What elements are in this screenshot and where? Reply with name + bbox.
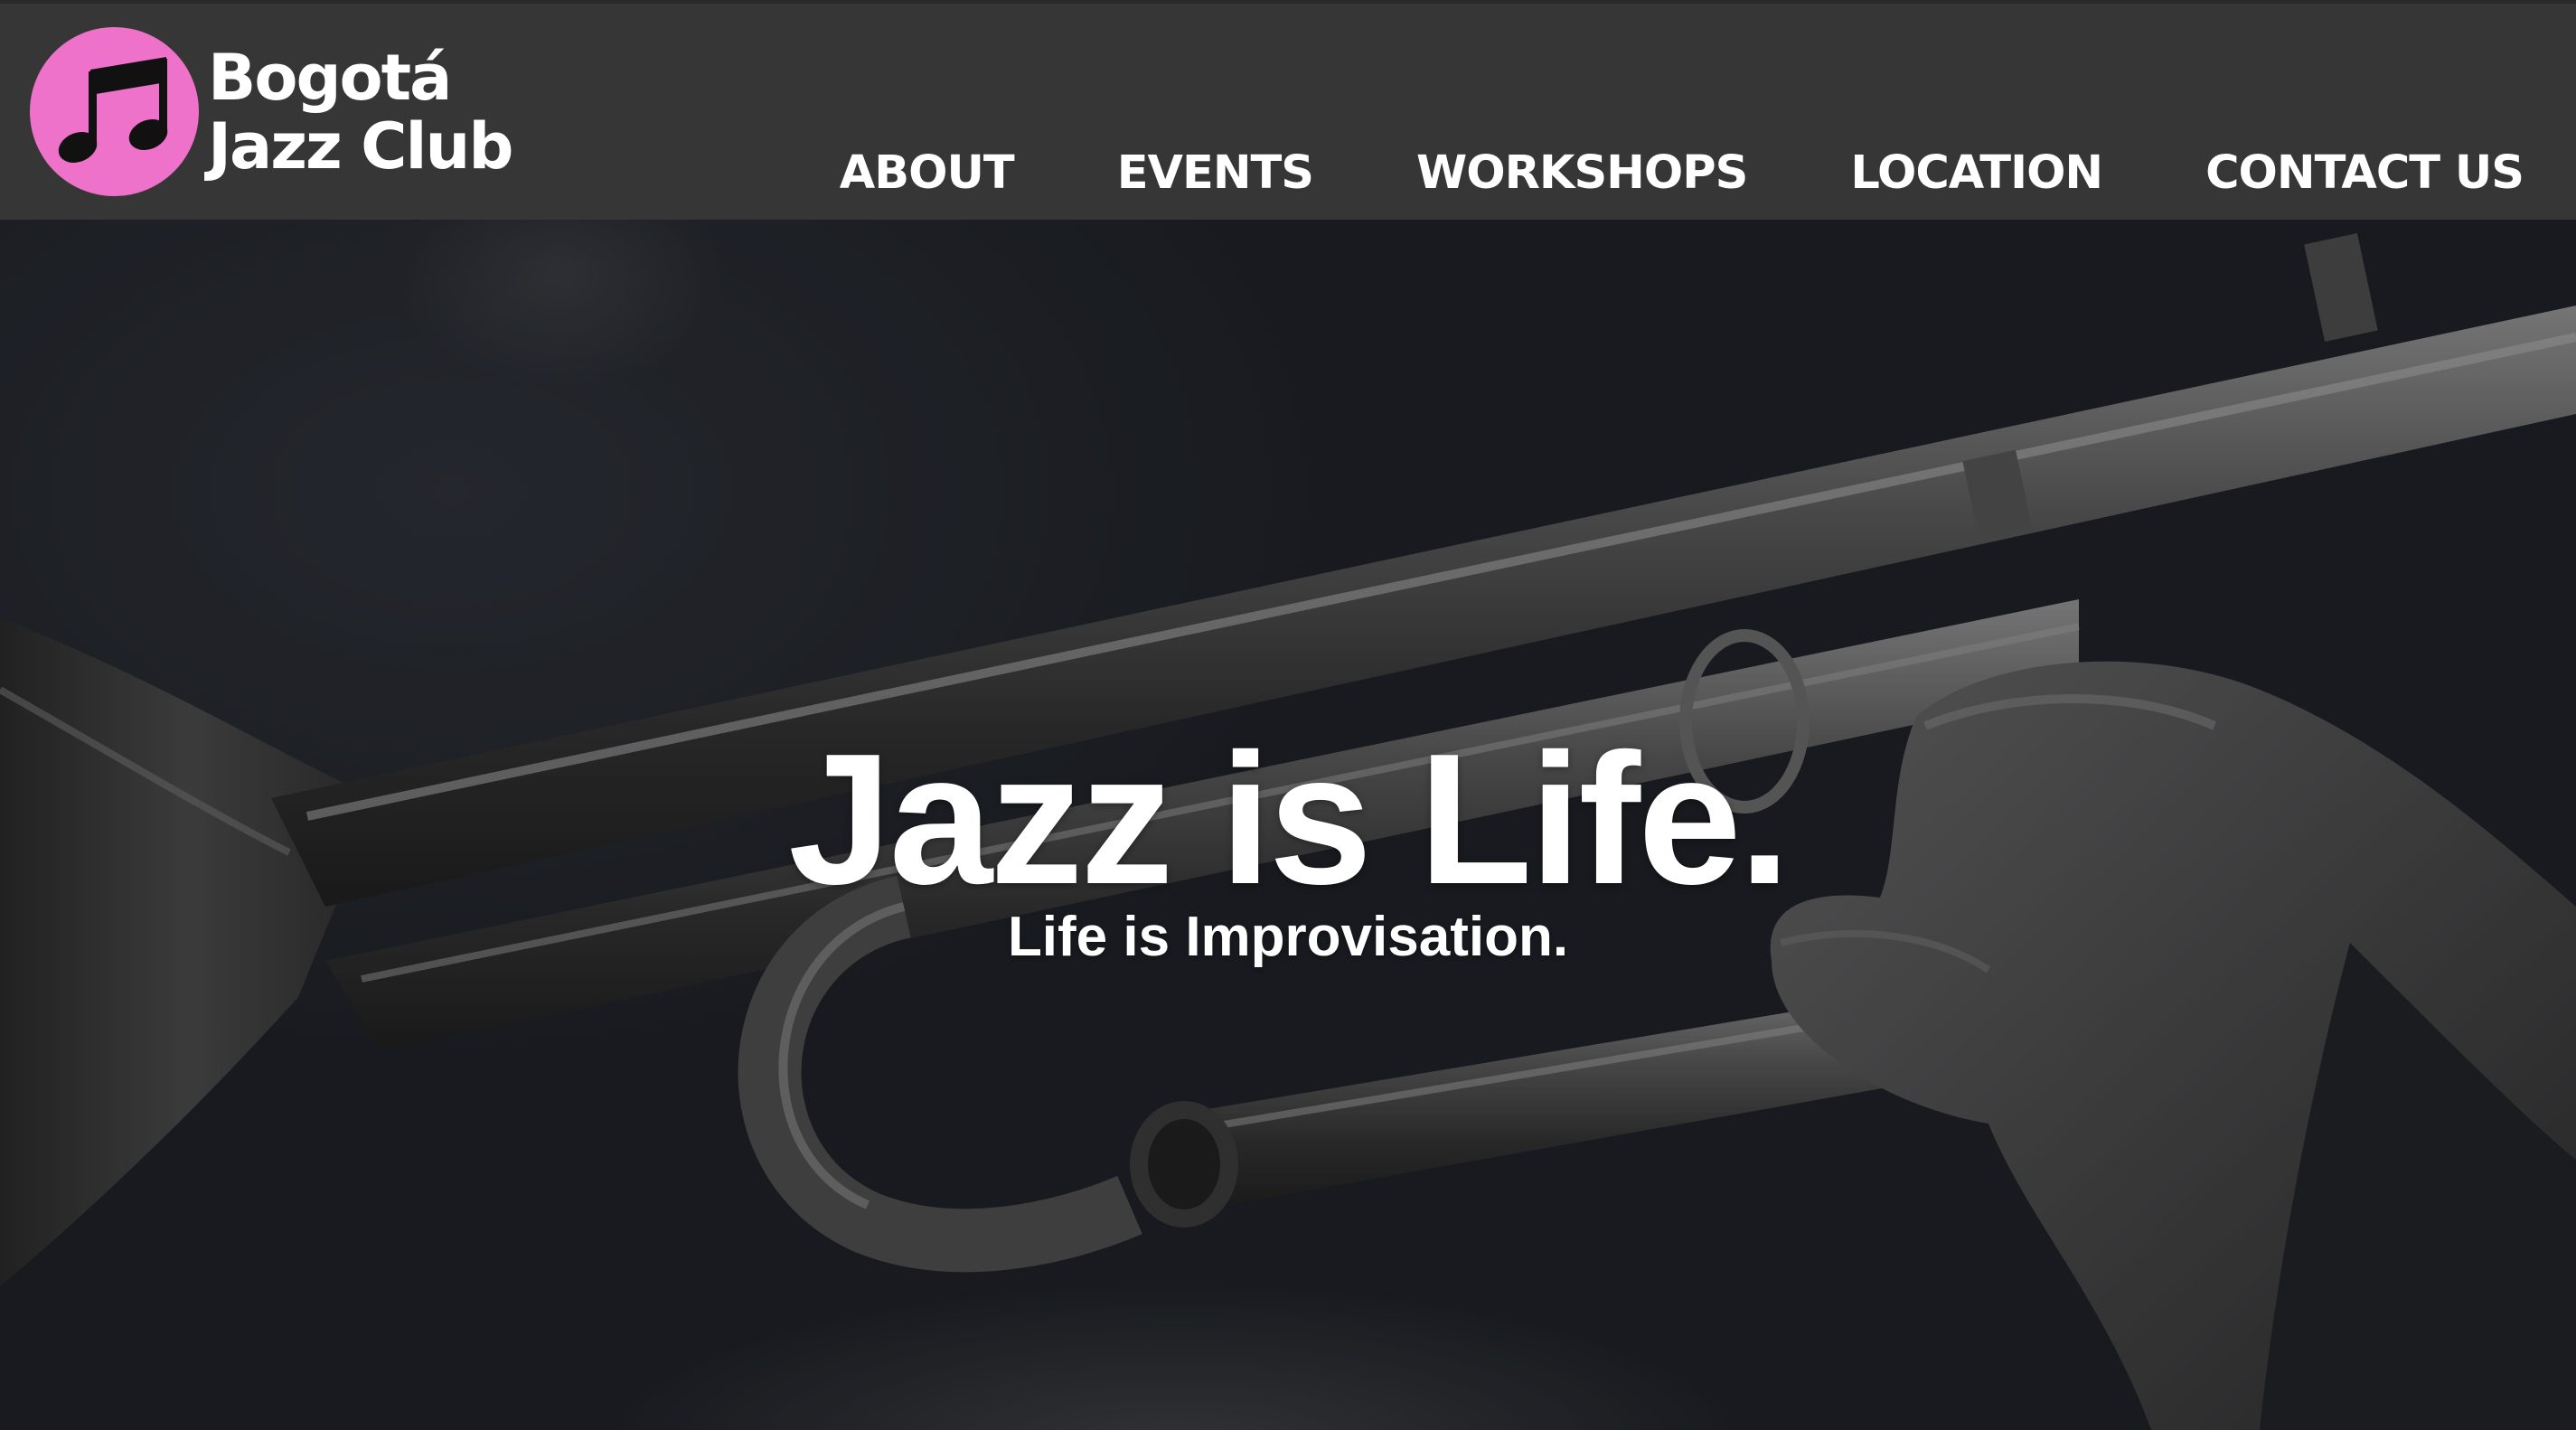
logo-badge [30,27,199,196]
nav-item-about[interactable]: ABOUT [840,146,1015,200]
main-nav: ABOUT EVENTS WORKSHOPS LOCATION CONTACT … [840,146,2524,200]
nav-item-location[interactable]: LOCATION [1850,146,2103,200]
nav-item-contact-us[interactable]: CONTACT US [2205,146,2524,200]
hero-section: Jazz is Life. Life is Improvisation. [0,220,2576,1430]
hero-subtitle: Life is Improvisation. [1007,906,1569,968]
nav-item-workshops[interactable]: WORKSHOPS [1416,146,1748,200]
brand-line-2: Jazz Club [208,108,513,183]
brand-name: Bogotá Jazz Club [208,40,513,183]
page: Bogotá Jazz Club ABOUT EVENTS WORKSHOPS … [0,0,2576,1430]
hero-title: Jazz is Life. [788,715,1791,923]
site-header: Bogotá Jazz Club ABOUT EVENTS WORKSHOPS … [0,0,2576,220]
brand-line-1: Bogotá [208,40,452,115]
nav-item-events[interactable]: EVENTS [1117,146,1314,200]
logo-link[interactable]: Bogotá Jazz Club [30,27,513,196]
music-note-icon [58,56,167,163]
